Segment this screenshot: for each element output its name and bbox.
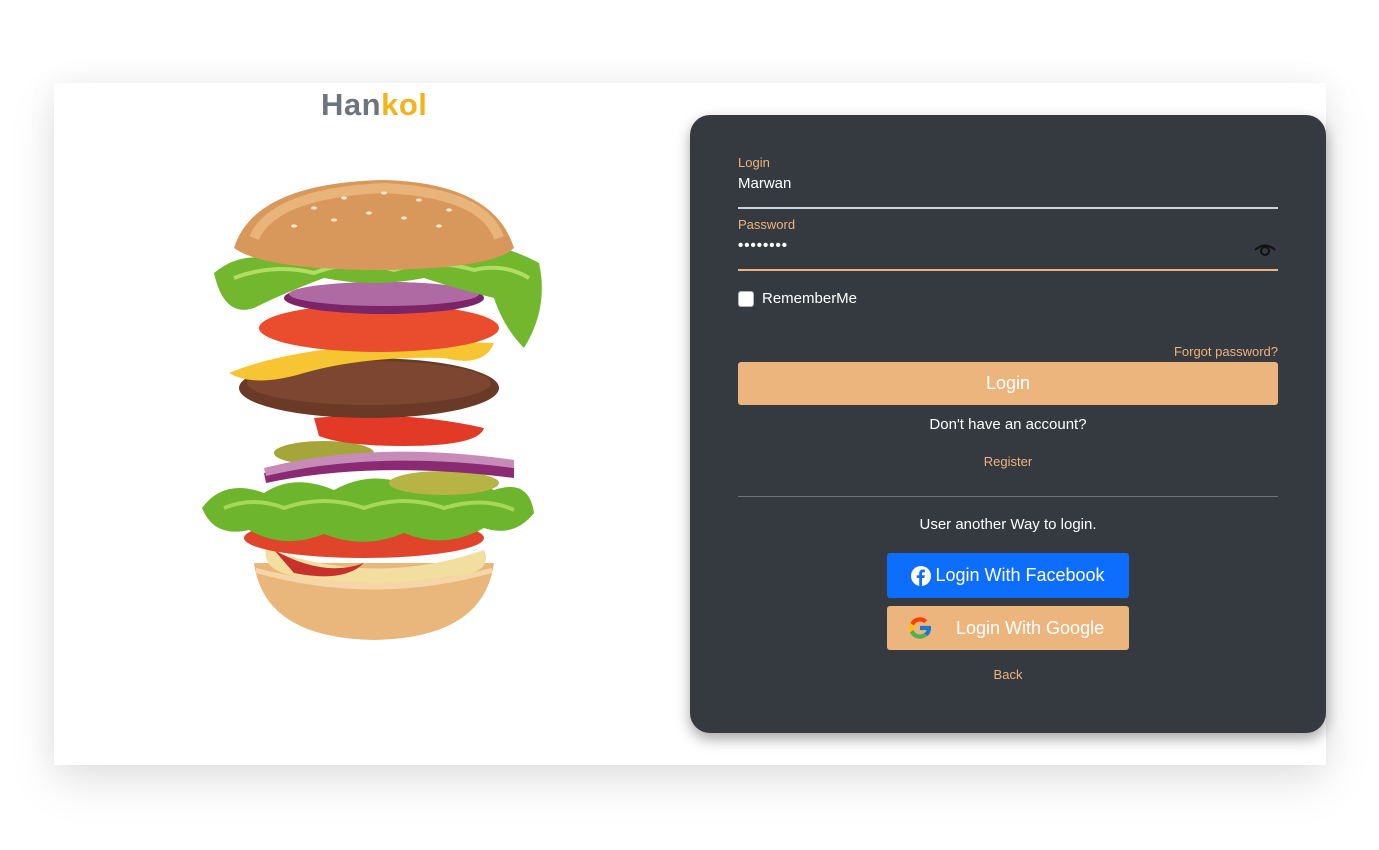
no-account-text: Don't have an account? <box>929 416 1087 433</box>
password-underline <box>738 269 1278 271</box>
login-button[interactable]: Login <box>738 362 1278 405</box>
remember-me[interactable]: RememberMe <box>738 290 857 307</box>
brand-part-han: Han <box>321 87 382 122</box>
back-row: Back <box>690 667 1326 682</box>
login-card: Hankol Login Marwan Password •••••••• Re… <box>54 83 1326 765</box>
burger-image <box>202 180 542 640</box>
google-icon <box>909 617 932 639</box>
remember-me-checkbox[interactable] <box>738 290 754 307</box>
login-input[interactable]: Marwan <box>738 175 1278 195</box>
login-field[interactable]: Login Marwan <box>738 155 1278 209</box>
brand-part-kol: kol <box>381 87 428 122</box>
facebook-login-label: Login With Facebook <box>935 565 1105 585</box>
password-label: Password <box>738 217 796 232</box>
other-way-text: User another Way to login. <box>919 516 1097 533</box>
login-underline <box>738 207 1278 209</box>
facebook-icon <box>911 565 932 586</box>
google-login-button[interactable]: Login With Google <box>887 606 1129 650</box>
login-label: Login <box>738 155 770 170</box>
register-row: Register <box>690 454 1326 469</box>
back-link[interactable]: Back <box>994 667 1023 682</box>
password-input[interactable]: •••••••• <box>738 237 1278 257</box>
forgot-password-link[interactable]: Forgot password? <box>1174 344 1278 359</box>
login-panel: Login Marwan Password •••••••• RememberM… <box>690 115 1326 733</box>
password-field[interactable]: Password •••••••• <box>738 217 1278 271</box>
brand-logo: Hankol <box>321 87 427 123</box>
divider <box>738 496 1278 497</box>
register-link[interactable]: Register <box>984 454 1032 469</box>
remember-me-label: RememberMe <box>762 290 858 307</box>
google-login-label: Login With Google <box>956 617 1105 638</box>
facebook-login-button[interactable]: Login With Facebook <box>887 553 1129 598</box>
eye-icon[interactable] <box>1254 242 1276 258</box>
